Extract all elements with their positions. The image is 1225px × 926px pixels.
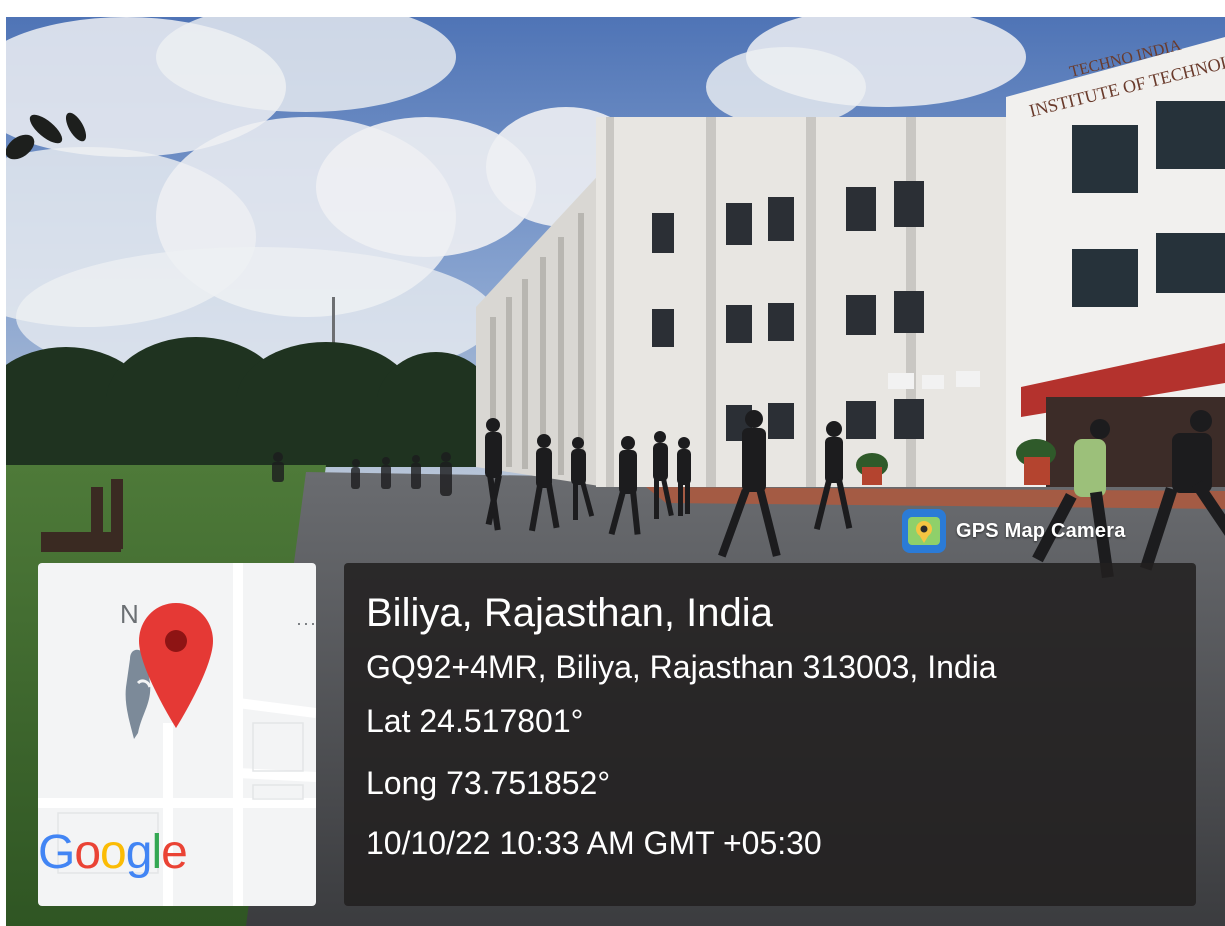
north-indicator: N (120, 599, 139, 629)
geotagged-photo: INSTITUTE OF TECHNOLOGY TECHNO INDIA GPS… (6, 17, 1225, 926)
gps-map-camera-app-icon (902, 509, 946, 553)
logo-letter: e (161, 826, 188, 879)
location-pin-icon (139, 603, 213, 728)
logo-letter: G (38, 826, 75, 879)
map-thumbnail: N ··· Google (38, 563, 316, 906)
timestamp: 10/10/22 10:33 AM GMT +05:30 (366, 825, 822, 861)
location-info-panel: Biliya, Rajasthan, India GQ92+4MR, Biliy… (344, 563, 1196, 906)
full-address: GQ92+4MR, Biliya, Rajasthan 313003, Indi… (366, 649, 997, 685)
gps-map-camera-badge: GPS Map Camera (902, 509, 1126, 553)
google-logo: Google (38, 825, 188, 880)
logo-letter: g (125, 826, 153, 879)
logo-letter: l (151, 826, 162, 879)
latitude-readout: Lat 24.517801° (366, 703, 584, 739)
longitude-readout: Long 73.751852° (366, 765, 611, 801)
app-name-label: GPS Map Camera (956, 519, 1126, 542)
logo-letter: o (74, 826, 101, 879)
logo-letter: o (100, 826, 127, 879)
map-dots: ··· (296, 613, 316, 633)
tree-line (6, 337, 496, 487)
place-name: Biliya, Rajasthan, India (366, 591, 773, 635)
